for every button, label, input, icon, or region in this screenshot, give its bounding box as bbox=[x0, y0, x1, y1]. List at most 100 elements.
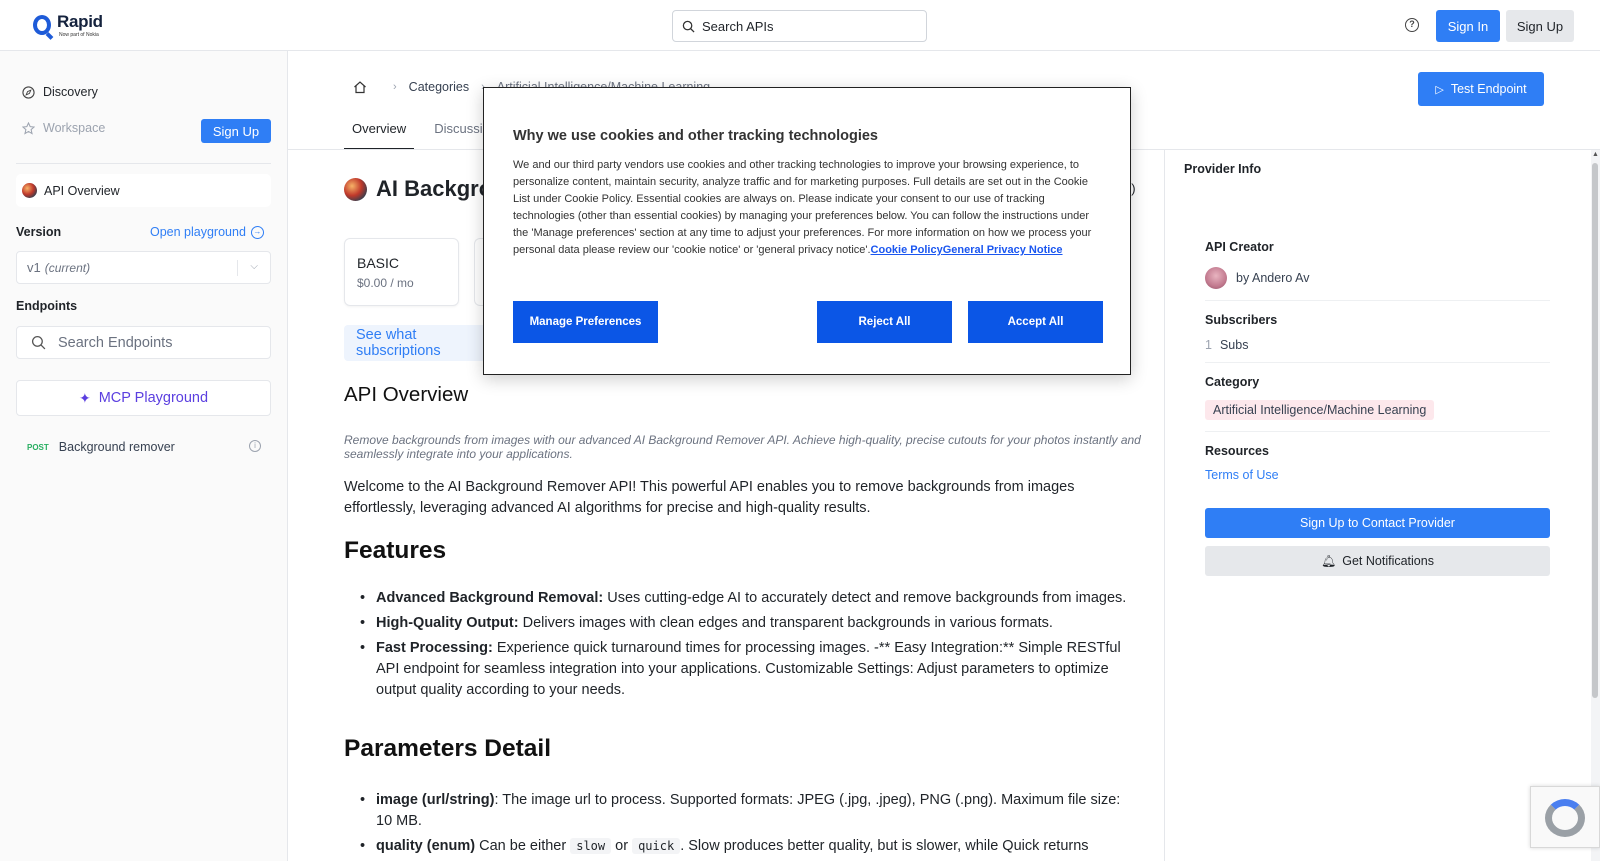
param-code: slow bbox=[570, 838, 612, 854]
api-logo-icon bbox=[344, 177, 367, 201]
parameters-list: image (url/string): The image url to pro… bbox=[360, 790, 1140, 861]
search-endpoints-input[interactable]: Search Endpoints bbox=[16, 326, 271, 359]
contact-provider-button[interactable]: Sign Up to Contact Provider bbox=[1205, 508, 1550, 538]
mcp-playground-button[interactable]: ✦ MCP Playground bbox=[16, 380, 271, 416]
api-tagline: Remove backgrounds from images with our … bbox=[344, 433, 1141, 461]
sidebar-item-discovery[interactable]: Discovery bbox=[22, 85, 98, 99]
tab-overview[interactable]: Overview bbox=[344, 113, 415, 150]
chevron-down-icon: ⌵ bbox=[250, 261, 258, 272]
method-badge: POST bbox=[27, 442, 49, 452]
recaptcha-badge[interactable] bbox=[1530, 786, 1600, 848]
sparkles-icon: ✦ bbox=[78, 389, 91, 406]
features-heading: Features bbox=[344, 537, 447, 564]
param-text: or bbox=[611, 838, 633, 854]
select-separator bbox=[237, 260, 238, 276]
help-icon[interactable]: ? bbox=[1405, 18, 1419, 32]
test-endpoint-label: Test Endpoint bbox=[1450, 82, 1527, 96]
test-endpoint-button[interactable]: ▷ Test Endpoint bbox=[1418, 72, 1544, 106]
sidebar-sign-up-button[interactable]: Sign Up bbox=[201, 119, 271, 143]
api-logo-icon bbox=[22, 183, 37, 198]
accept-all-button[interactable]: Accept All bbox=[968, 301, 1103, 343]
plan-price: $0.00 / mo bbox=[357, 276, 414, 290]
list-item: quality (enum) Can be either slow or qui… bbox=[360, 836, 1140, 857]
search-apis-placeholder: Search APIs bbox=[702, 18, 774, 34]
features-list: Advanced Background Removal: Uses cuttin… bbox=[360, 588, 1140, 705]
search-apis-input[interactable]: Search APIs bbox=[672, 10, 927, 42]
creator-name: by Andero Av bbox=[1236, 271, 1310, 285]
param-title: image (url/string) bbox=[376, 792, 495, 808]
feature-title: High-Quality Output: bbox=[376, 615, 519, 631]
version-current-tag: (current) bbox=[44, 260, 91, 275]
rapid-logo[interactable]: Rapid Now part of Nokia bbox=[33, 13, 103, 39]
get-notifications-label: Get Notifications bbox=[1342, 554, 1434, 568]
compass-icon bbox=[22, 85, 35, 99]
sign-in-button[interactable]: Sign In bbox=[1436, 10, 1500, 42]
sidebar-item-label: Discovery bbox=[43, 85, 98, 99]
divider bbox=[1205, 300, 1550, 301]
cookie-dialog-title: Why we use cookies and other tracking te… bbox=[513, 128, 878, 144]
right-panel-divider bbox=[1164, 150, 1165, 861]
param-text: Can be either bbox=[475, 838, 571, 854]
version-value: v1 bbox=[27, 260, 41, 275]
sidebar-item-workspace[interactable]: Workspace bbox=[22, 121, 105, 135]
api-creator-label: API Creator bbox=[1205, 240, 1274, 254]
logo-subtitle: Now part of Nokia bbox=[59, 32, 99, 38]
sidebar-divider bbox=[16, 163, 271, 164]
param-code: quick bbox=[632, 838, 681, 854]
version-label: Version bbox=[16, 225, 62, 239]
feature-text: Delivers images with clean edges and tra… bbox=[518, 615, 1053, 631]
recaptcha-icon bbox=[1545, 799, 1585, 837]
terms-of-use-link[interactable]: Terms of Use bbox=[1205, 468, 1279, 482]
plan-card-basic[interactable]: BASIC $0.00 / mo bbox=[344, 238, 459, 306]
cookie-consent-dialog: Why we use cookies and other tracking te… bbox=[483, 87, 1131, 375]
divider bbox=[1205, 431, 1550, 432]
list-item: Advanced Background Removal: Uses cuttin… bbox=[360, 588, 1140, 609]
scroll-up-arrow-icon[interactable]: ▲ bbox=[1592, 151, 1599, 158]
category-badge[interactable]: Artificial Intelligence/Machine Learning bbox=[1205, 400, 1435, 420]
feature-text: Uses cutting-edge AI to accurately detec… bbox=[603, 590, 1127, 606]
overview-heading: API Overview bbox=[344, 383, 469, 406]
breadcrumb-categories[interactable]: Categories bbox=[409, 80, 469, 94]
manage-preferences-button[interactable]: Manage Preferences bbox=[513, 301, 658, 343]
feature-title: Fast Processing: bbox=[376, 640, 493, 656]
open-playground-link[interactable]: Open playground → bbox=[150, 225, 264, 239]
version-select[interactable]: v1 (current) ⌵ bbox=[16, 251, 271, 284]
cookie-body-text: We and our third party vendors use cooki… bbox=[513, 159, 1092, 256]
home-icon[interactable] bbox=[353, 80, 367, 94]
left-sidebar: Discovery Workspace Sign Up API Overview… bbox=[0, 51, 288, 861]
feature-title: Advanced Background Removal: bbox=[376, 590, 604, 606]
get-notifications-button[interactable]: 🔔︎ Get Notifications bbox=[1205, 546, 1550, 576]
subs-number: 1 bbox=[1205, 338, 1212, 352]
chevron-right-icon: › bbox=[393, 81, 397, 93]
mcp-playground-label: MCP Playground bbox=[98, 390, 209, 406]
plan-name: BASIC bbox=[357, 255, 400, 271]
subscribers-label: Subscribers bbox=[1205, 313, 1278, 327]
list-item: image (url/string): The image url to pro… bbox=[360, 790, 1140, 832]
sidebar-item-label: API Overview bbox=[44, 183, 120, 198]
search-icon bbox=[682, 20, 695, 33]
cookie-dialog-body: We and our third party vendors use cooki… bbox=[513, 157, 1105, 259]
subscribers-count: 1 Subs bbox=[1205, 338, 1248, 352]
endpoints-label: Endpoints bbox=[16, 299, 78, 313]
provider-info-header: Provider Info bbox=[1184, 162, 1262, 176]
see-subscriptions-link[interactable]: See what subscriptions bbox=[344, 325, 494, 361]
reject-all-button[interactable]: Reject All bbox=[817, 301, 952, 343]
bell-icon: 🔔︎ bbox=[1321, 554, 1337, 568]
info-icon[interactable]: i bbox=[249, 440, 261, 452]
sign-up-button[interactable]: Sign Up bbox=[1506, 10, 1574, 42]
divider bbox=[1205, 362, 1550, 363]
avatar bbox=[1205, 267, 1227, 289]
search-icon bbox=[31, 335, 46, 350]
sidebar-item-api-overview[interactable]: API Overview bbox=[16, 174, 271, 207]
param-text: . Slow produces better quality, but is s… bbox=[680, 838, 1089, 854]
endpoint-item-background-remover[interactable]: POST Background remover i bbox=[27, 440, 267, 454]
star-icon bbox=[22, 121, 35, 135]
cookie-policy-link[interactable]: Cookie Policy bbox=[871, 244, 943, 256]
param-title: quality (enum) bbox=[376, 838, 476, 854]
parameters-heading: Parameters Detail bbox=[344, 735, 552, 762]
api-creator[interactable]: by Andero Av bbox=[1205, 267, 1309, 289]
scrollbar-thumb[interactable] bbox=[1592, 163, 1598, 698]
rapid-logo-icon bbox=[33, 15, 51, 35]
privacy-notice-link[interactable]: General Privacy Notice bbox=[943, 244, 1063, 256]
search-endpoints-placeholder: Search Endpoints bbox=[58, 334, 173, 351]
